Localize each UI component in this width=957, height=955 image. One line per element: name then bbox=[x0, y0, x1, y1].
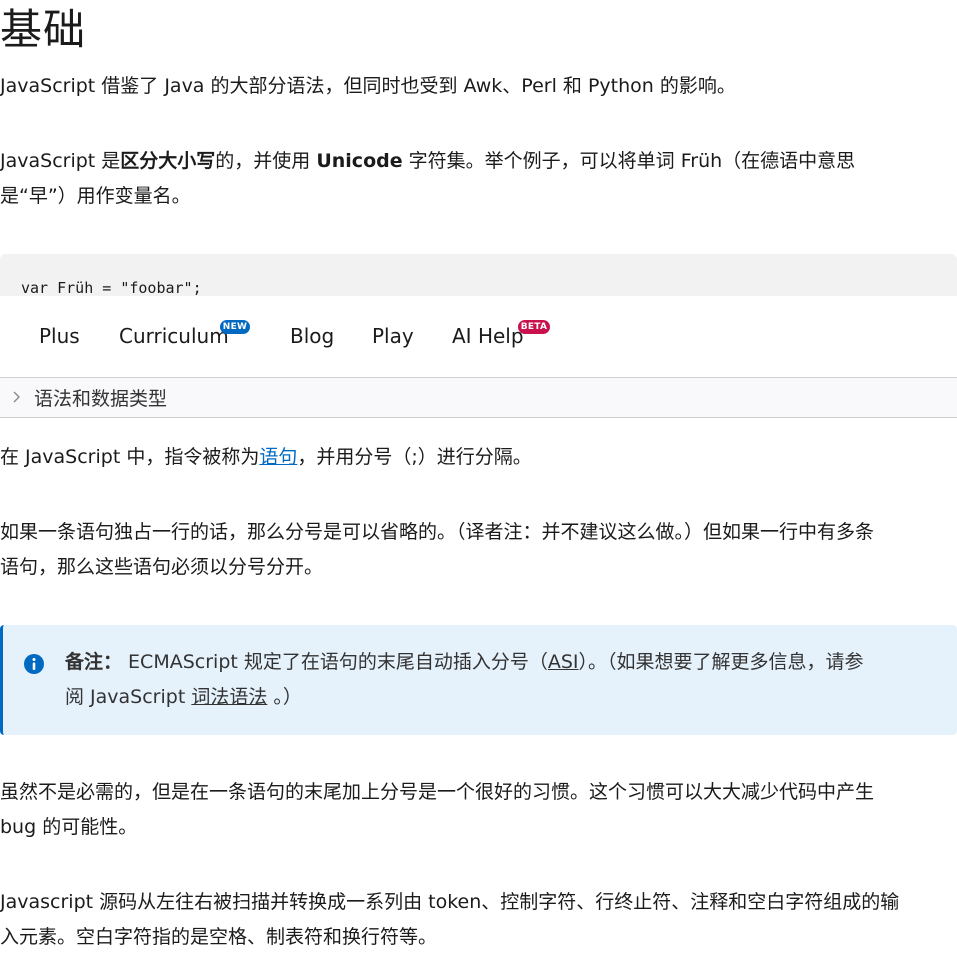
text: 阅 JavaScript bbox=[65, 686, 192, 708]
asi-link[interactable]: ASI bbox=[548, 651, 579, 673]
paragraph-syntax-origin: JavaScript 借鉴了 Java 的大部分语法，但同时也受到 Awk、Pe… bbox=[0, 75, 736, 97]
text: 入元素。空白字符指的是空格、制表符和换行符等。 bbox=[0, 926, 438, 948]
nav-plus[interactable]: Plus bbox=[39, 324, 80, 348]
text: 字符集。举个例子，可以将单词 Früh（在德语中意思 bbox=[402, 150, 856, 172]
text: ，并用分号（;）进行分隔。 bbox=[297, 446, 532, 468]
nav-blog[interactable]: Blog bbox=[290, 324, 334, 348]
note-callout: 备注： ECMAScript 规定了在语句的末尾自动插入分号（ASI）。（如果想… bbox=[0, 625, 957, 735]
page-title: 基础 bbox=[0, 5, 87, 54]
beta-badge: BETA bbox=[518, 320, 550, 334]
breadcrumb[interactable]: 语法和数据类型 bbox=[0, 378, 957, 418]
lexical-grammar-link[interactable]: 词法语法 bbox=[191, 686, 267, 708]
text: 语句，那么这些语句必须以分号分开。 bbox=[0, 556, 324, 578]
text: 的，并使用 bbox=[215, 150, 317, 172]
text: 是“早”）用作变量名。 bbox=[0, 185, 191, 207]
paragraph-source-scanning: Javascript 源码从左往右被扫描并转换成一系列由 token、控制字符、… bbox=[0, 885, 899, 955]
note-label: 备注： bbox=[65, 651, 123, 673]
nav-curriculum[interactable]: Curriculum bbox=[119, 324, 229, 348]
statement-link[interactable]: 语句 bbox=[259, 446, 297, 468]
text: 虽然不是必需的，但是在一条语句的末尾加上分号是一个很好的习惯。这个习惯可以大大减… bbox=[0, 781, 875, 803]
text: JavaScript 是 bbox=[0, 150, 121, 172]
text: 在 JavaScript 中，指令被称为 bbox=[0, 446, 260, 468]
text: 如果一条语句独占一行的话，那么分号是可以省略的。（译者注：并不建议这么做。）但如… bbox=[0, 521, 875, 543]
info-icon bbox=[24, 654, 44, 674]
top-navigation: Plus Curriculum NEW Blog Play AI Help BE… bbox=[0, 296, 957, 378]
bold-unicode: Unicode bbox=[316, 150, 403, 172]
nav-ai-help[interactable]: AI Help bbox=[452, 324, 524, 348]
chevron-right-icon bbox=[13, 391, 20, 403]
text: Javascript 源码从左往右被扫描并转换成一系列由 token、控制字符、… bbox=[0, 891, 900, 913]
nav-play[interactable]: Play bbox=[372, 324, 414, 348]
note-text: 备注： ECMAScript 规定了在语句的末尾自动插入分号（ASI）。（如果想… bbox=[65, 645, 864, 715]
breadcrumb-label: 语法和数据类型 bbox=[34, 388, 168, 410]
text: bug 的可能性。 bbox=[0, 816, 138, 838]
new-badge: NEW bbox=[220, 320, 250, 334]
text: 。） bbox=[267, 686, 302, 708]
paragraph-statements: 在 JavaScript 中，指令被称为语句，并用分号（;）进行分隔。 bbox=[0, 440, 532, 475]
paragraph-good-habit: 虽然不是必需的，但是在一条语句的末尾加上分号是一个很好的习惯。这个习惯可以大大减… bbox=[0, 775, 874, 845]
paragraph-case-sensitive: JavaScript 是区分大小写的，并使用 Unicode 字符集。举个例子，… bbox=[0, 144, 855, 214]
bold-case-sensitive: 区分大小写 bbox=[120, 150, 216, 172]
paragraph-semicolon: 如果一条语句独占一行的话，那么分号是可以省略的。（译者注：并不建议这么做。）但如… bbox=[0, 515, 874, 585]
text: ECMAScript 规定了在语句的末尾自动插入分号（ bbox=[122, 651, 548, 673]
text: ）。（如果想要了解更多信息，请参 bbox=[578, 651, 864, 673]
code-line: var Früh = "foobar"; bbox=[21, 279, 202, 297]
